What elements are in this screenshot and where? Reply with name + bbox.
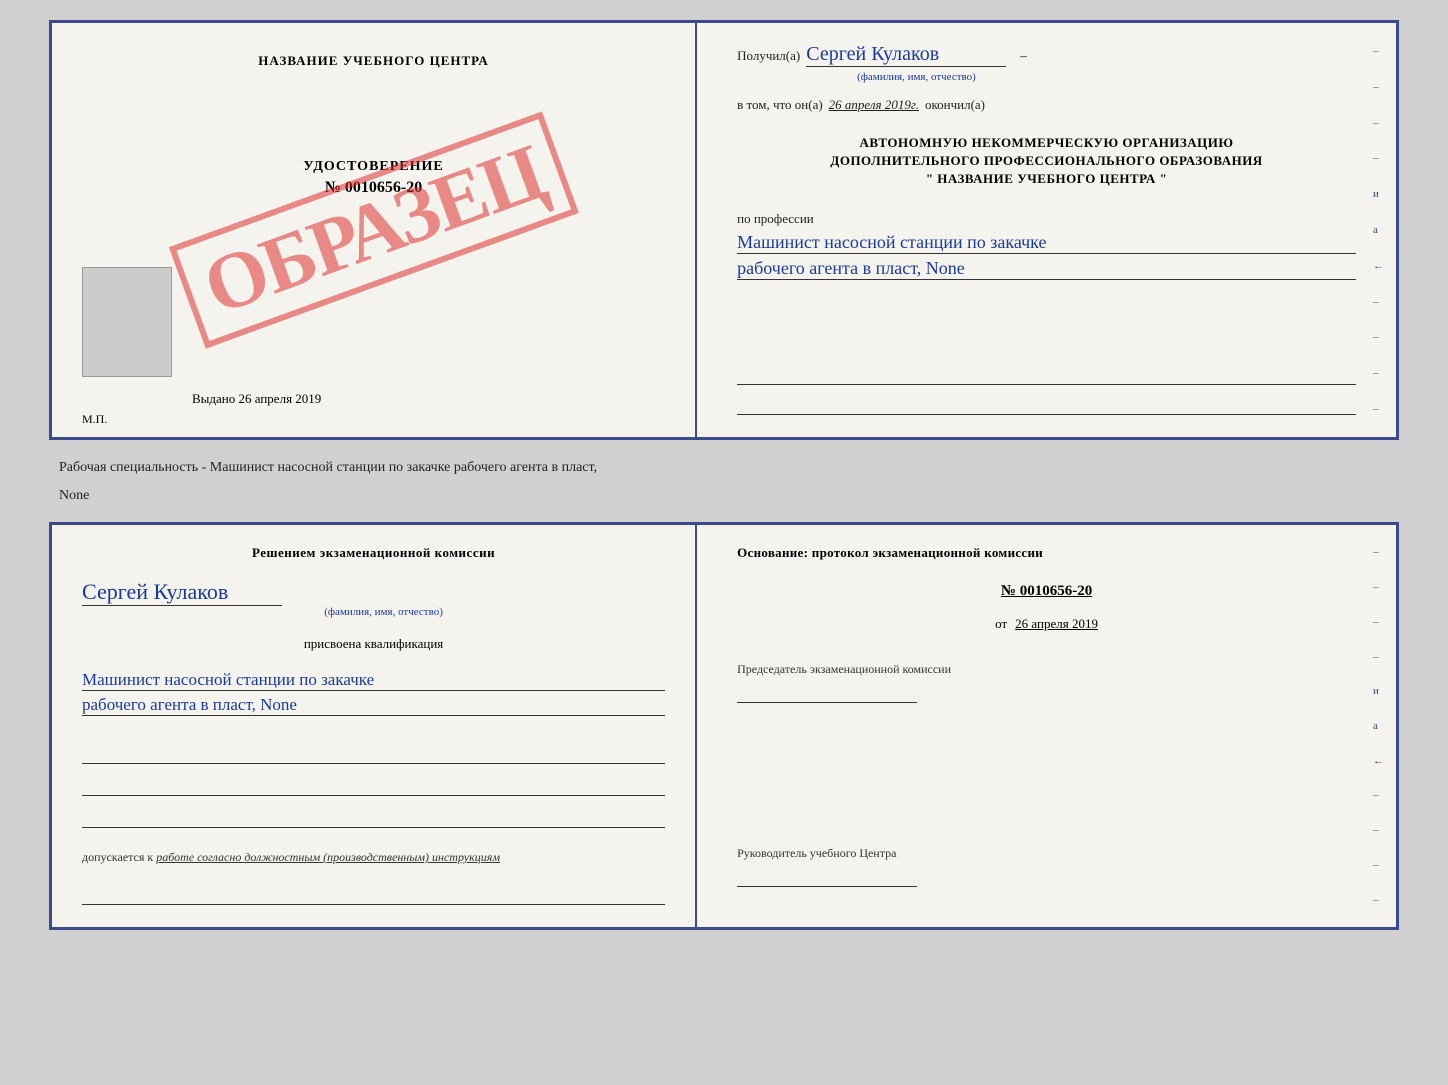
osnovanie-label: Основание: протокол экзаменационной коми… bbox=[737, 545, 1356, 561]
poluchil-label: Получил(а) bbox=[737, 46, 800, 66]
bottom-left-underlines bbox=[82, 742, 665, 830]
cert-top-right: Получил(а) Сергей Кулаков – (фамилия, им… bbox=[697, 23, 1396, 437]
specialty-text-line2: None bbox=[59, 482, 1399, 510]
org-block: АВТОНОМНУЮ НЕКОММЕРЧЕСКУЮ ОРГАНИЗАЦИЮ ДО… bbox=[737, 135, 1356, 187]
vtom-row: в том, что он(а) 26 апреля 2019г. окончи… bbox=[737, 95, 1356, 115]
vtom-label: в том, что он(а) bbox=[737, 95, 823, 115]
cert-bottom-right: Основание: протокол экзаменационной коми… bbox=[697, 525, 1396, 927]
bottom-name-sub: (фамилия, имя, отчество) bbox=[102, 606, 665, 618]
right-edge-dashes: – – – – и а ← – – – – bbox=[1373, 33, 1384, 427]
dopuskaetsya-block: допускается к работе согласно должностны… bbox=[82, 850, 665, 865]
decision-text: Решением экзаменационной комиссии bbox=[82, 545, 665, 561]
qual-line2: рабочего агента в пласт, None bbox=[82, 695, 665, 716]
vydano-line: Выдано 26 апреля 2019 bbox=[192, 391, 321, 407]
qualification-block: Машинист насосной станции по закачке раб… bbox=[82, 666, 665, 716]
po-professii-label: по профессии bbox=[737, 211, 814, 226]
prisvoena-label: присвоена квалификация bbox=[82, 636, 665, 652]
photo-placeholder bbox=[82, 267, 172, 377]
bottom-right-edge-dashes: – – – – и а ← – – – – bbox=[1373, 535, 1384, 917]
profession-line1: Машинист насосной станции по закачке bbox=[737, 232, 1356, 254]
po-professii-block: по профессии Машинист насосной станции п… bbox=[737, 209, 1356, 281]
document-wrapper: НАЗВАНИЕ УЧЕБНОГО ЦЕНТРА ОБРАЗЕЦ УДОСТОВ… bbox=[49, 20, 1399, 930]
qual-line1: Машинист насосной станции по закачке bbox=[82, 670, 665, 691]
predsedatel-label: Председатель экзаменационной комиссии bbox=[737, 662, 1356, 677]
top-left-title: НАЗВАНИЕ УЧЕБНОГО ЦЕНТРА bbox=[258, 53, 489, 69]
predsedatel-block: Председатель экзаменационной комиссии bbox=[737, 662, 1356, 703]
rukovoditel-block: Руководитель учебного Центра bbox=[737, 846, 1356, 887]
rukovoditel-label: Руководитель учебного Центра bbox=[737, 846, 1356, 861]
org-line2: ДОПОЛНИТЕЛЬНОГО ПРОФЕССИОНАЛЬНОГО ОБРАЗО… bbox=[737, 153, 1356, 169]
specialty-text-line1: Рабочая специальность - Машинист насосно… bbox=[59, 454, 1399, 482]
predsedatel-sig-line bbox=[737, 683, 917, 703]
vydano-date: 26 апреля 2019 bbox=[239, 391, 322, 406]
protocol-number: № 0010656-20 bbox=[737, 583, 1356, 600]
rukovoditel-sig-line bbox=[737, 867, 917, 887]
mp-line: М.П. bbox=[82, 412, 107, 427]
poluchil-row: Получил(а) Сергей Кулаков – bbox=[737, 43, 1356, 67]
top-certificate: НАЗВАНИЕ УЧЕБНОГО ЦЕНТРА ОБРАЗЕЦ УДОСТОВ… bbox=[49, 20, 1399, 440]
dopuskaetsya-label: допускается к bbox=[82, 850, 153, 864]
cert-bottom-left: Решением экзаменационной комиссии Сергей… bbox=[52, 525, 697, 927]
profession-line2: рабочего агента в пласт, None bbox=[737, 258, 1356, 280]
okonchil-label: окончил(а) bbox=[925, 95, 985, 115]
ot-label: от bbox=[995, 616, 1007, 632]
bottom-certificate: Решением экзаменационной комиссии Сергей… bbox=[49, 522, 1399, 930]
bottom-left-last-underline bbox=[82, 883, 665, 907]
obrazec-stamp: ОБРАЗЕЦ bbox=[168, 111, 578, 348]
dopuskaetsya-text: работе согласно должностным (производств… bbox=[156, 850, 500, 864]
bottom-name: Сергей Кулаков bbox=[82, 579, 282, 606]
org-line3: " НАЗВАНИЕ УЧЕБНОГО ЦЕНТРА " bbox=[737, 171, 1356, 187]
name-block-bottom: Сергей Кулаков (фамилия, имя, отчество) bbox=[82, 579, 665, 618]
ot-date: 26 апреля 2019 bbox=[1015, 616, 1098, 632]
poluchil-sub: (фамилия, имя, отчество) bbox=[857, 71, 1356, 83]
org-line1: АВТОНОМНУЮ НЕКОММЕРЧЕСКУЮ ОРГАНИЗАЦИЮ bbox=[737, 135, 1356, 151]
specialty-separator: Рабочая специальность - Машинист насосно… bbox=[49, 450, 1399, 512]
vydano-label: Выдано bbox=[192, 391, 235, 406]
ot-row: от 26 апреля 2019 bbox=[737, 616, 1356, 632]
right-underlines bbox=[737, 363, 1356, 417]
vtom-date: 26 апреля 2019г. bbox=[829, 95, 919, 115]
poluchil-name: Сергей Кулаков bbox=[806, 43, 1006, 67]
cert-top-left: НАЗВАНИЕ УЧЕБНОГО ЦЕНТРА ОБРАЗЕЦ УДОСТОВ… bbox=[52, 23, 697, 437]
